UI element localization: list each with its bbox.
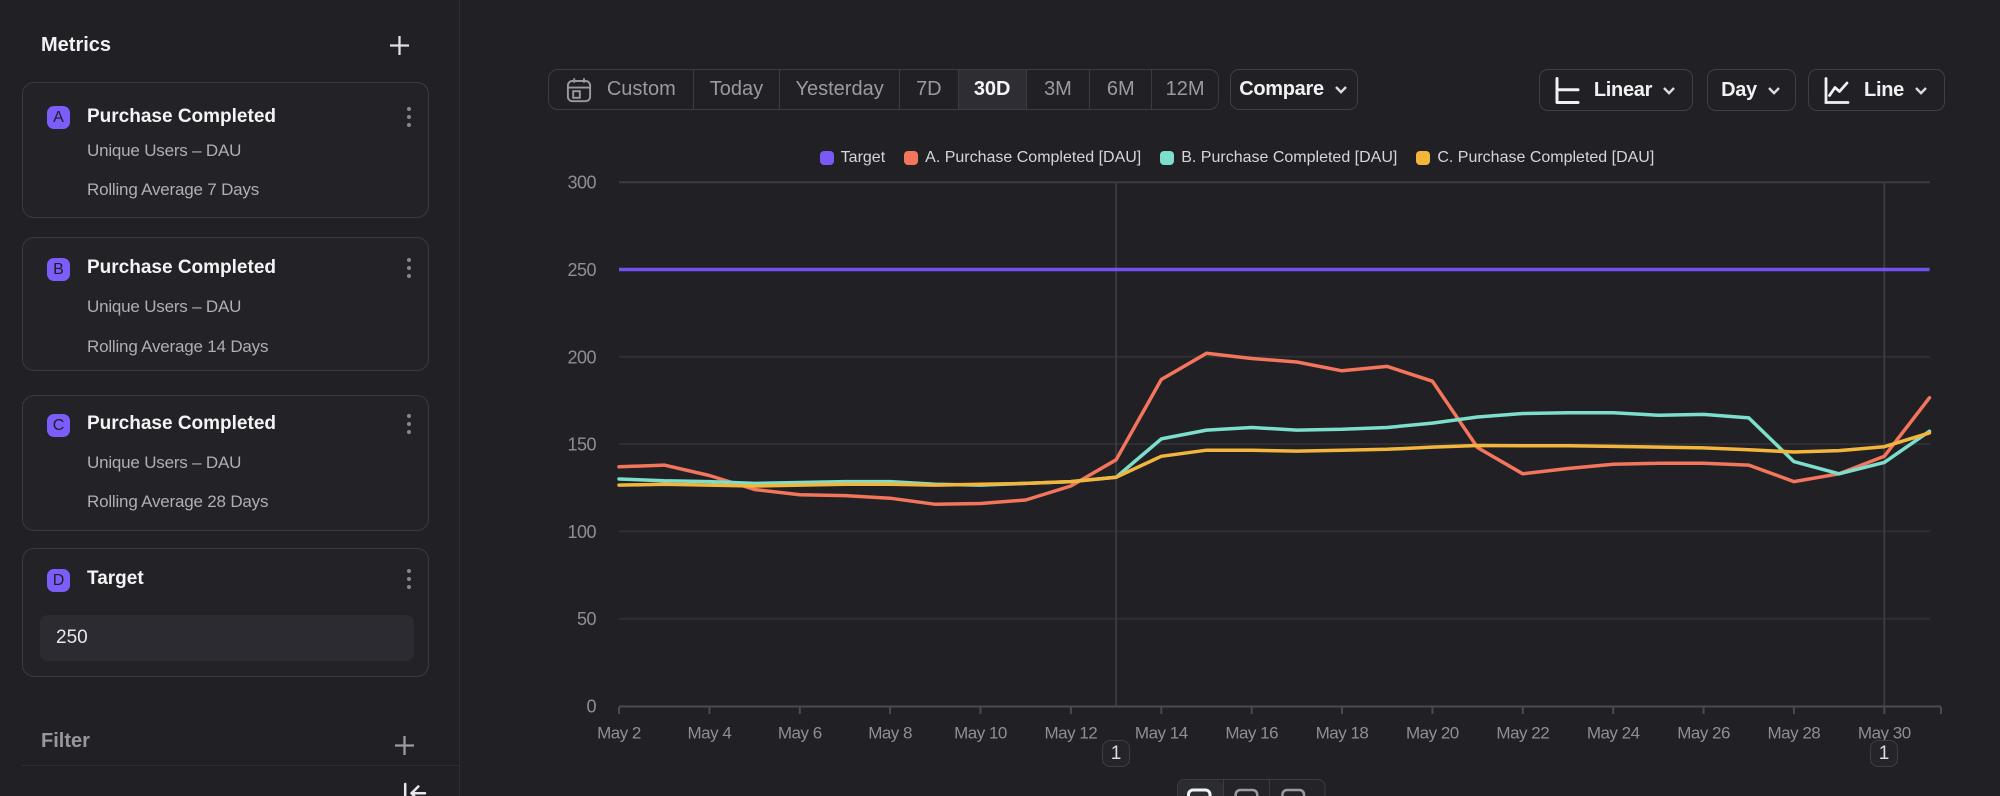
svg-text:May 22: May 22: [1496, 724, 1549, 743]
svg-text:May 6: May 6: [778, 724, 822, 743]
svg-text:May 12: May 12: [1045, 724, 1098, 743]
svg-text:300: 300: [567, 173, 596, 193]
svg-text:May 14: May 14: [1135, 724, 1188, 743]
svg-text:50: 50: [577, 609, 597, 629]
svg-text:May 8: May 8: [868, 724, 912, 743]
svg-text:150: 150: [567, 435, 596, 455]
svg-text:May 10: May 10: [954, 724, 1007, 743]
svg-text:May 24: May 24: [1587, 724, 1640, 743]
svg-text:0: 0: [586, 697, 596, 717]
svg-text:May 4: May 4: [688, 724, 732, 743]
svg-text:250: 250: [567, 260, 596, 280]
svg-text:May 2: May 2: [597, 724, 641, 743]
svg-text:May 18: May 18: [1316, 724, 1369, 743]
svg-text:May 26: May 26: [1677, 724, 1730, 743]
svg-text:May 28: May 28: [1768, 724, 1821, 743]
svg-text:May 16: May 16: [1225, 724, 1278, 743]
svg-text:100: 100: [567, 522, 596, 542]
svg-text:200: 200: [567, 347, 596, 367]
svg-text:May 20: May 20: [1406, 724, 1459, 743]
